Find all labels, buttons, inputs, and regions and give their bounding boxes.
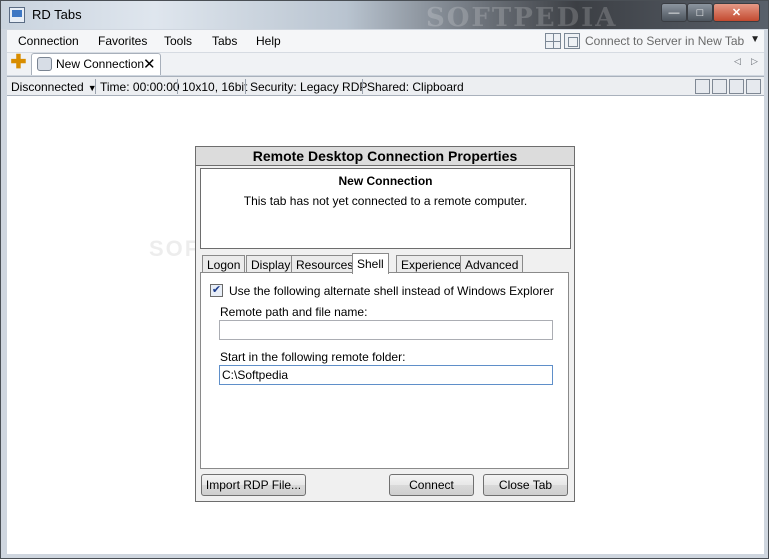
- tab-logon[interactable]: Logon: [202, 255, 246, 273]
- menu-bar: Connection Favorites Tools Tabs Help Con…: [7, 30, 764, 53]
- status-bar: Disconnected ▼ Time: 00:00:00 10x10, 16bi…: [7, 76, 764, 96]
- tab-advanced[interactable]: Advanced: [460, 255, 524, 273]
- divider: [245, 79, 246, 94]
- close-window-button[interactable]: ✕: [713, 3, 760, 22]
- shell-tab-panel: ✔ Use the following alternate shell inst…: [200, 272, 569, 469]
- tab-shell[interactable]: Shell: [352, 253, 389, 274]
- resolution-info: 10x10, 16bit: [182, 80, 248, 94]
- tab-resources[interactable]: Resources: [291, 255, 359, 273]
- refresh-icon[interactable]: [729, 79, 744, 94]
- chevron-down-icon[interactable]: ▼: [750, 34, 760, 45]
- scroll-right-icon[interactable]: ▷: [751, 56, 758, 67]
- tab-strip: ✚ New Connection ✕ ◁ ▷: [7, 53, 764, 75]
- fullscreen-icon[interactable]: [712, 79, 727, 94]
- connection-state-dropdown[interactable]: Disconnected ▼: [11, 80, 97, 94]
- start-folder-label: Start in the following remote folder:: [220, 350, 406, 364]
- titlebar-watermark: SOFTPEDIA: [426, 3, 618, 33]
- remote-path-input[interactable]: [219, 320, 553, 340]
- menu-connection[interactable]: Connection: [18, 34, 79, 48]
- minimize-icon: —: [668, 6, 680, 19]
- start-folder-input[interactable]: [219, 365, 553, 385]
- fit-screen-icon[interactable]: [695, 79, 710, 94]
- scroll-left-icon[interactable]: ◁: [734, 56, 741, 67]
- remote-path-label: Remote path and file name:: [220, 305, 368, 319]
- close-tab-icon[interactable]: ✕: [143, 55, 156, 73]
- close-icon: ✕: [731, 7, 742, 19]
- connect-button[interactable]: Connect: [389, 474, 474, 496]
- session-time: Time: 00:00:00: [100, 80, 180, 94]
- import-rdp-file-button[interactable]: Import RDP File...: [201, 474, 306, 496]
- menu-favorites[interactable]: Favorites: [98, 34, 147, 48]
- menu-tabs[interactable]: Tabs: [212, 34, 237, 48]
- shared-info: Shared: Clipboard: [367, 80, 464, 94]
- connection-state: Disconnected: [11, 80, 84, 94]
- alternate-shell-label[interactable]: Use the following alternate shell instea…: [229, 284, 554, 298]
- divider: [95, 79, 96, 94]
- tab-display[interactable]: Display: [246, 255, 296, 273]
- tab-label: New Connection: [56, 57, 145, 71]
- connection-icon: [37, 57, 52, 71]
- dialog-title: Remote Desktop Connection Properties: [196, 147, 574, 166]
- app-window: RD Tabs SOFTPEDIA — □ ✕ Connection Favor…: [0, 0, 769, 559]
- single-view-icon[interactable]: [564, 33, 580, 49]
- rdp-properties-dialog: Remote Desktop Connection Properties New…: [195, 146, 575, 502]
- info-title: New Connection: [338, 174, 433, 188]
- alternate-shell-checkbox[interactable]: ✔: [210, 284, 223, 297]
- menu-help[interactable]: Help: [256, 34, 281, 48]
- app-icon: [9, 7, 25, 23]
- tab-experience[interactable]: Experience: [396, 255, 467, 273]
- info-description: This tab has not yet connected to a remo…: [243, 194, 528, 208]
- tile-view-icon[interactable]: [545, 33, 561, 49]
- divider: [177, 79, 178, 94]
- connect-server-combo[interactable]: Connect to Server in New Tab ▼: [584, 33, 762, 51]
- close-tab-button[interactable]: Close Tab: [483, 474, 568, 496]
- client-area: SOFTPEDIA Remote Desktop Connection Prop…: [7, 96, 764, 554]
- window-title: RD Tabs: [32, 7, 82, 22]
- connect-server-placeholder: Connect to Server in New Tab: [585, 34, 745, 48]
- maximize-button[interactable]: □: [687, 3, 713, 22]
- minimize-button[interactable]: —: [661, 3, 687, 22]
- disconnect-icon[interactable]: [746, 79, 761, 94]
- connection-info-panel: New Connection This tab has not yet conn…: [200, 168, 571, 249]
- maximize-icon: □: [696, 6, 704, 19]
- menu-tools[interactable]: Tools: [164, 34, 192, 48]
- security-info: Security: Legacy RDP: [250, 80, 368, 94]
- plus-icon[interactable]: ✚: [10, 53, 27, 72]
- divider: [362, 79, 363, 94]
- title-bar[interactable]: RD Tabs SOFTPEDIA — □ ✕: [1, 1, 768, 33]
- tab-new-connection[interactable]: New Connection ✕: [31, 53, 161, 75]
